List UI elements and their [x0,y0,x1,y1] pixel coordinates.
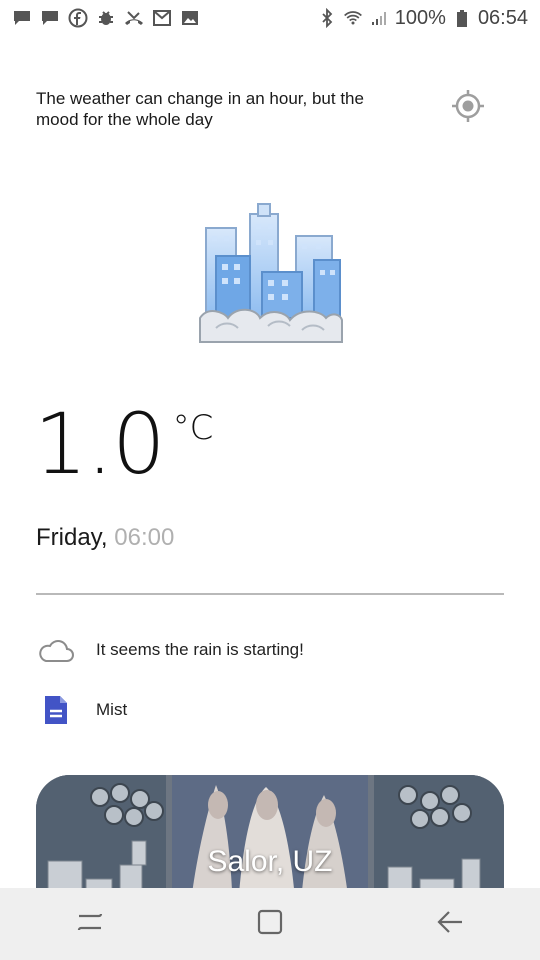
wifi-icon [343,8,363,28]
target-location-icon [450,88,486,129]
condition-row: It seems the rain is starting! [36,630,504,670]
divider [36,593,504,595]
notification-icons [12,8,200,28]
temperature-value: 1.0 [34,395,166,493]
back-icon [435,907,465,942]
forecast-time: 06:00 [114,524,175,551]
cloud-icon [36,630,76,670]
system-indicators: 100% 06:54 [317,7,528,30]
location-name: Salor, UZ [207,845,333,878]
recent-apps-button[interactable] [60,894,120,954]
forecast-datetime: Friday, 06:00 [36,524,174,552]
home-icon [255,907,285,942]
weather-quote: The weather can change in an hour, but t… [36,89,364,129]
navigation-bar [0,888,540,960]
bluetooth-icon [317,8,337,28]
location-button[interactable] [450,88,486,129]
description-text: Mist [96,700,128,719]
description-row: Mist [36,690,504,730]
message-icon [40,8,60,28]
battery-icon [452,8,472,28]
status-time: 06:54 [477,6,528,29]
condition-text: It seems the rain is starting! [96,640,304,659]
home-button[interactable] [240,894,300,954]
status-bar: 100% 06:54 [0,0,540,36]
document-icon [36,690,76,730]
recent-apps-icon [75,907,105,942]
gmail-icon [152,8,172,28]
battery-percent: 100% [394,6,446,29]
back-button[interactable] [420,894,480,954]
signal-icon [369,8,389,28]
facebook-icon [68,8,88,28]
bug-icon [96,8,116,28]
message-icon [12,8,32,28]
city-fog-illustration [198,200,344,346]
temperature-unit: °C [172,408,214,448]
gallery-icon [180,8,200,28]
missed-call-icon [124,8,144,28]
temperature-display: 1.0 °C [34,396,213,492]
forecast-day: Friday, [36,524,108,551]
